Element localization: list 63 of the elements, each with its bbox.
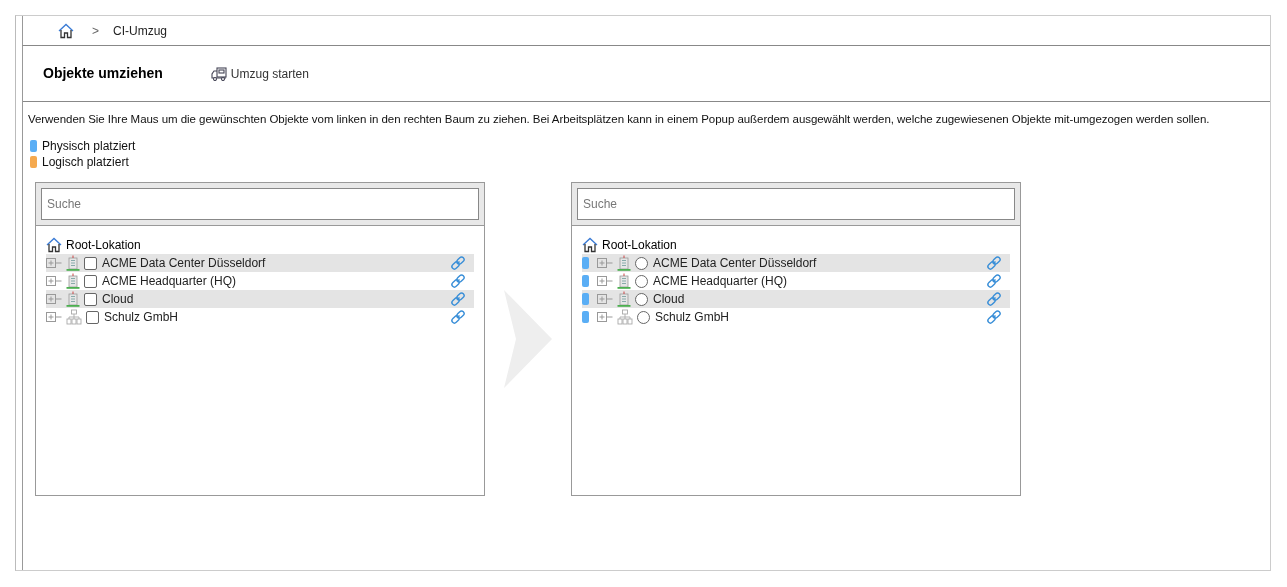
search-field[interactable]: Suche xyxy=(577,188,1015,221)
building-icon xyxy=(66,273,80,290)
legend-label: Physisch platziert xyxy=(42,138,136,156)
instructions-text: Verwenden Sie Ihre Maus um die gewünschten Objekte vom linken in den rechten Baum zu ziehen. Bei Arbeitsplätzen kann in einem Popup außerdem ausgewählt werden, welche zugewiesenen Objekte mit-umgezogen werden sollen. xyxy=(27,112,1211,127)
link-icon[interactable] xyxy=(986,309,1002,326)
tree-row[interactable]: ACME Data Center Düsseldorf xyxy=(582,254,1010,273)
building-icon xyxy=(617,291,631,308)
start-move-button[interactable]: Umzug starten xyxy=(210,64,309,83)
tree-item-label: Cloud xyxy=(102,291,134,309)
link-icon[interactable] xyxy=(450,291,466,308)
expand-icon[interactable] xyxy=(597,258,613,269)
tree-item-label: ACME Data Center Düsseldorf xyxy=(102,255,266,273)
tree-item-label: Schulz GmbH xyxy=(104,309,179,327)
link-icon[interactable] xyxy=(986,273,1002,290)
tree-item-label: ACME Headquarter (HQ) xyxy=(653,273,788,291)
truck-icon xyxy=(210,66,227,81)
org-chart-icon xyxy=(66,309,82,326)
tree-row[interactable]: ACME Data Center Düsseldorf xyxy=(46,254,474,273)
tree-row[interactable]: Cloud xyxy=(46,290,474,309)
radio-button[interactable] xyxy=(635,292,648,306)
expand-icon[interactable] xyxy=(46,258,62,269)
tree-root-label[interactable]: Root-Lokation xyxy=(602,236,677,255)
org-chart-icon xyxy=(617,309,633,326)
radio-button[interactable] xyxy=(635,256,648,270)
breadcrumb-separator: > xyxy=(92,22,99,40)
tree-row[interactable]: Schulz GmbH xyxy=(46,308,474,327)
tree-root-label[interactable]: Root-Lokation xyxy=(66,236,141,255)
link-icon[interactable] xyxy=(450,255,466,272)
building-icon xyxy=(66,255,80,272)
building-icon xyxy=(617,273,631,290)
checkbox[interactable] xyxy=(86,310,99,324)
tree-item-label: Cloud xyxy=(653,291,685,309)
link-icon[interactable] xyxy=(450,309,466,326)
expand-icon[interactable] xyxy=(46,276,62,287)
radio-button[interactable] xyxy=(637,310,650,324)
expand-icon[interactable] xyxy=(597,312,613,323)
checkbox[interactable] xyxy=(84,256,97,270)
tree-row[interactable]: ACME Headquarter (HQ) xyxy=(582,272,1010,291)
tree-row[interactable]: Cloud xyxy=(582,290,1010,309)
legend-label: Logisch platziert xyxy=(42,154,129,172)
breadcrumb-current[interactable]: CI-Umzug xyxy=(113,21,168,40)
radio-button[interactable] xyxy=(635,274,648,288)
checkbox[interactable] xyxy=(84,292,97,306)
expand-icon[interactable] xyxy=(597,276,613,287)
home-icon xyxy=(46,237,62,254)
home-icon xyxy=(58,22,74,39)
building-icon xyxy=(617,255,631,272)
expand-icon[interactable] xyxy=(46,312,62,323)
link-icon[interactable] xyxy=(986,255,1002,272)
tree-row[interactable]: Schulz GmbH xyxy=(582,308,1010,327)
building-icon xyxy=(66,291,80,308)
home-icon xyxy=(582,237,598,254)
tree-item-label: ACME Data Center Düsseldorf xyxy=(653,255,817,273)
search-field[interactable]: Suche xyxy=(41,188,479,221)
tree-item-label: ACME Headquarter (HQ) xyxy=(102,273,237,291)
expand-icon[interactable] xyxy=(46,294,62,305)
link-icon[interactable] xyxy=(450,273,466,290)
tree-item-label: Schulz GmbH xyxy=(655,309,730,327)
page-title: Objekte umziehen xyxy=(43,64,163,83)
expand-icon[interactable] xyxy=(597,294,613,305)
checkbox[interactable] xyxy=(84,274,97,288)
tree-row[interactable]: ACME Headquarter (HQ) xyxy=(46,272,474,291)
link-icon[interactable] xyxy=(986,291,1002,308)
